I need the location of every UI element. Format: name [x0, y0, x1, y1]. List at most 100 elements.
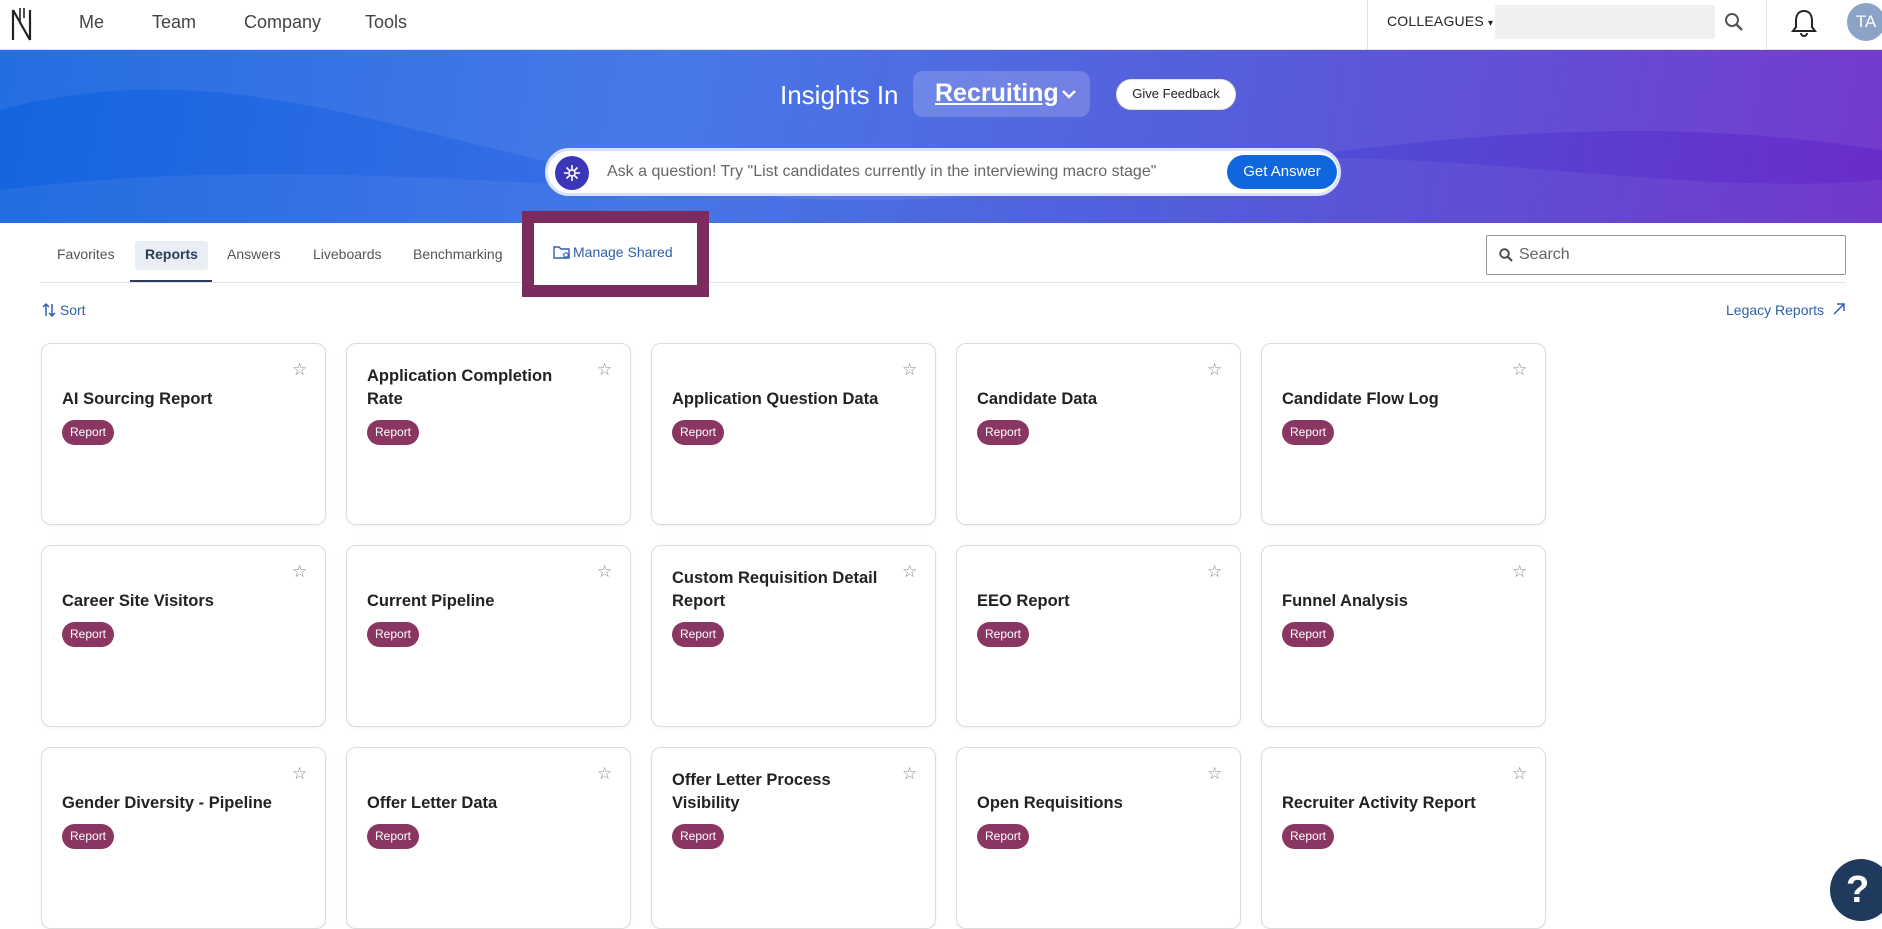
- page-title: Insights In: [780, 80, 899, 110]
- report-card[interactable]: Candidate Data ☆ Report: [956, 343, 1241, 525]
- star-icon[interactable]: ☆: [902, 765, 917, 782]
- report-card[interactable]: Application Completion Rate ☆ Report: [346, 343, 631, 525]
- sort-icon: [42, 302, 56, 318]
- ask-question-input[interactable]: Ask a question! Try "List candidates cur…: [607, 163, 1156, 181]
- help-button[interactable]: ?: [1830, 859, 1882, 921]
- report-card-title: Candidate Flow Log: [1282, 390, 1439, 408]
- tab-answers[interactable]: Answers: [227, 246, 281, 262]
- report-card[interactable]: EEO Report ☆ Report: [956, 545, 1241, 727]
- star-icon[interactable]: ☆: [1512, 765, 1527, 782]
- module-select[interactable]: Recruiting: [913, 71, 1090, 117]
- give-feedback-button[interactable]: Give Feedback: [1116, 79, 1236, 110]
- external-link-icon: [1833, 303, 1845, 315]
- report-card[interactable]: Open Requisitions ☆ Report: [956, 747, 1241, 929]
- star-icon[interactable]: ☆: [1512, 563, 1527, 580]
- report-card[interactable]: Career Site Visitors ☆ Report: [41, 545, 326, 727]
- tab-manage-shared[interactable]: Manage Shared: [553, 244, 673, 260]
- nav-divider: [1367, 0, 1368, 50]
- star-icon[interactable]: ☆: [1512, 361, 1527, 378]
- colleagues-label: COLLEAGUES: [1387, 13, 1484, 29]
- reports-search-input[interactable]: [1519, 242, 1829, 268]
- star-icon[interactable]: ☆: [292, 765, 307, 782]
- shared-folder-icon: [553, 246, 570, 259]
- star-icon[interactable]: ☆: [292, 361, 307, 378]
- report-badge: Report: [1282, 824, 1335, 849]
- tab-favorites[interactable]: Favorites: [57, 246, 115, 262]
- report-badge: Report: [977, 622, 1030, 647]
- tab-benchmarking[interactable]: Benchmarking: [413, 246, 503, 262]
- report-card-title: Application Question Data: [672, 390, 879, 408]
- report-badge: Report: [367, 420, 420, 445]
- nav-item-company[interactable]: Company: [244, 12, 321, 33]
- insights-hero: Insights In Recruiting Give Feedback Ask…: [0, 50, 1882, 223]
- search-icon[interactable]: [1724, 12, 1744, 32]
- report-card-title: Career Site Visitors: [62, 592, 214, 610]
- report-card[interactable]: Application Question Data ☆ Report: [651, 343, 936, 525]
- star-icon[interactable]: ☆: [902, 361, 917, 378]
- nav-divider: [1766, 0, 1767, 50]
- star-icon[interactable]: ☆: [1207, 765, 1222, 782]
- report-card[interactable]: Funnel Analysis ☆ Report: [1261, 545, 1546, 727]
- report-card-title: Gender Diversity - Pipeline: [62, 794, 272, 812]
- tabs-divider: [40, 282, 1846, 283]
- top-nav: Me Team Company Tools COLLEAGUES ▾ TA: [0, 0, 1882, 50]
- report-card[interactable]: Recruiter Activity Report ☆ Report: [1261, 747, 1546, 929]
- caret-down-icon: ▾: [1488, 18, 1494, 29]
- report-badge: Report: [977, 420, 1030, 445]
- report-card[interactable]: Candidate Flow Log ☆ Report: [1261, 343, 1546, 525]
- nav-item-team[interactable]: Team: [152, 12, 196, 33]
- report-badge: Report: [672, 622, 725, 647]
- report-card-title: Recruiter Activity Report: [1282, 794, 1476, 812]
- get-answer-button[interactable]: Get Answer: [1227, 155, 1337, 189]
- ai-sparkle-icon: [555, 156, 589, 190]
- avatar[interactable]: TA: [1847, 3, 1882, 41]
- star-icon[interactable]: ☆: [1207, 361, 1222, 378]
- report-card-title: Funnel Analysis: [1282, 592, 1408, 610]
- tab-reports[interactable]: Reports: [135, 241, 208, 270]
- top-search-input[interactable]: [1495, 5, 1715, 39]
- report-card[interactable]: Custom Requisition Detail Report ☆ Report: [651, 545, 936, 727]
- report-card-title: EEO Report: [977, 592, 1070, 610]
- report-badge: Report: [367, 622, 420, 647]
- report-card-title: Offer Letter Data: [367, 794, 498, 812]
- nav-item-tools[interactable]: Tools: [365, 12, 407, 33]
- report-card[interactable]: Current Pipeline ☆ Report: [346, 545, 631, 727]
- report-badge: Report: [977, 824, 1030, 849]
- report-card[interactable]: Offer Letter Data ☆ Report: [346, 747, 631, 929]
- sort-label: Sort: [59, 302, 86, 318]
- bell-icon[interactable]: [1790, 8, 1818, 38]
- report-card-title: Application Completion Rate: [367, 367, 553, 408]
- report-badge: Report: [672, 420, 725, 445]
- report-card[interactable]: Gender Diversity - Pipeline ☆ Report: [41, 747, 326, 929]
- star-icon[interactable]: ☆: [597, 765, 612, 782]
- report-card-title: Open Requisitions: [977, 794, 1123, 812]
- star-icon[interactable]: ☆: [1207, 563, 1222, 580]
- star-icon[interactable]: ☆: [292, 563, 307, 580]
- report-card-title: Current Pipeline: [367, 592, 495, 610]
- module-label: Recruiting: [935, 79, 1059, 107]
- colleagues-dropdown[interactable]: COLLEAGUES ▾: [1387, 13, 1493, 29]
- report-badge: Report: [1282, 622, 1335, 647]
- report-badge: Report: [367, 824, 420, 849]
- manage-shared-label: Manage Shared: [573, 244, 673, 260]
- nav-item-me[interactable]: Me: [79, 12, 104, 33]
- legacy-reports-label: Legacy Reports: [1726, 302, 1825, 318]
- sort-button[interactable]: Sort: [42, 302, 86, 318]
- report-badge: Report: [62, 824, 115, 849]
- report-card-title: Custom Requisition Detail Report: [672, 569, 878, 610]
- star-icon[interactable]: ☆: [597, 361, 612, 378]
- search-icon: [1499, 248, 1513, 262]
- report-badge: Report: [62, 622, 115, 647]
- legacy-reports-link[interactable]: Legacy Reports: [1726, 302, 1846, 318]
- report-badge: Report: [672, 824, 725, 849]
- report-card[interactable]: Offer Letter Process Visibility ☆ Report: [651, 747, 936, 929]
- star-icon[interactable]: ☆: [597, 563, 612, 580]
- reports-search[interactable]: [1486, 235, 1846, 275]
- report-card-title: Candidate Data: [977, 390, 1098, 408]
- report-card-title: AI Sourcing Report: [62, 390, 213, 408]
- report-card[interactable]: AI Sourcing Report ☆ Report: [41, 343, 326, 525]
- star-icon[interactable]: ☆: [902, 563, 917, 580]
- tab-liveboards[interactable]: Liveboards: [313, 246, 382, 262]
- logo-icon[interactable]: [10, 6, 34, 42]
- ask-question-bar[interactable]: Ask a question! Try "List candidates cur…: [545, 148, 1341, 196]
